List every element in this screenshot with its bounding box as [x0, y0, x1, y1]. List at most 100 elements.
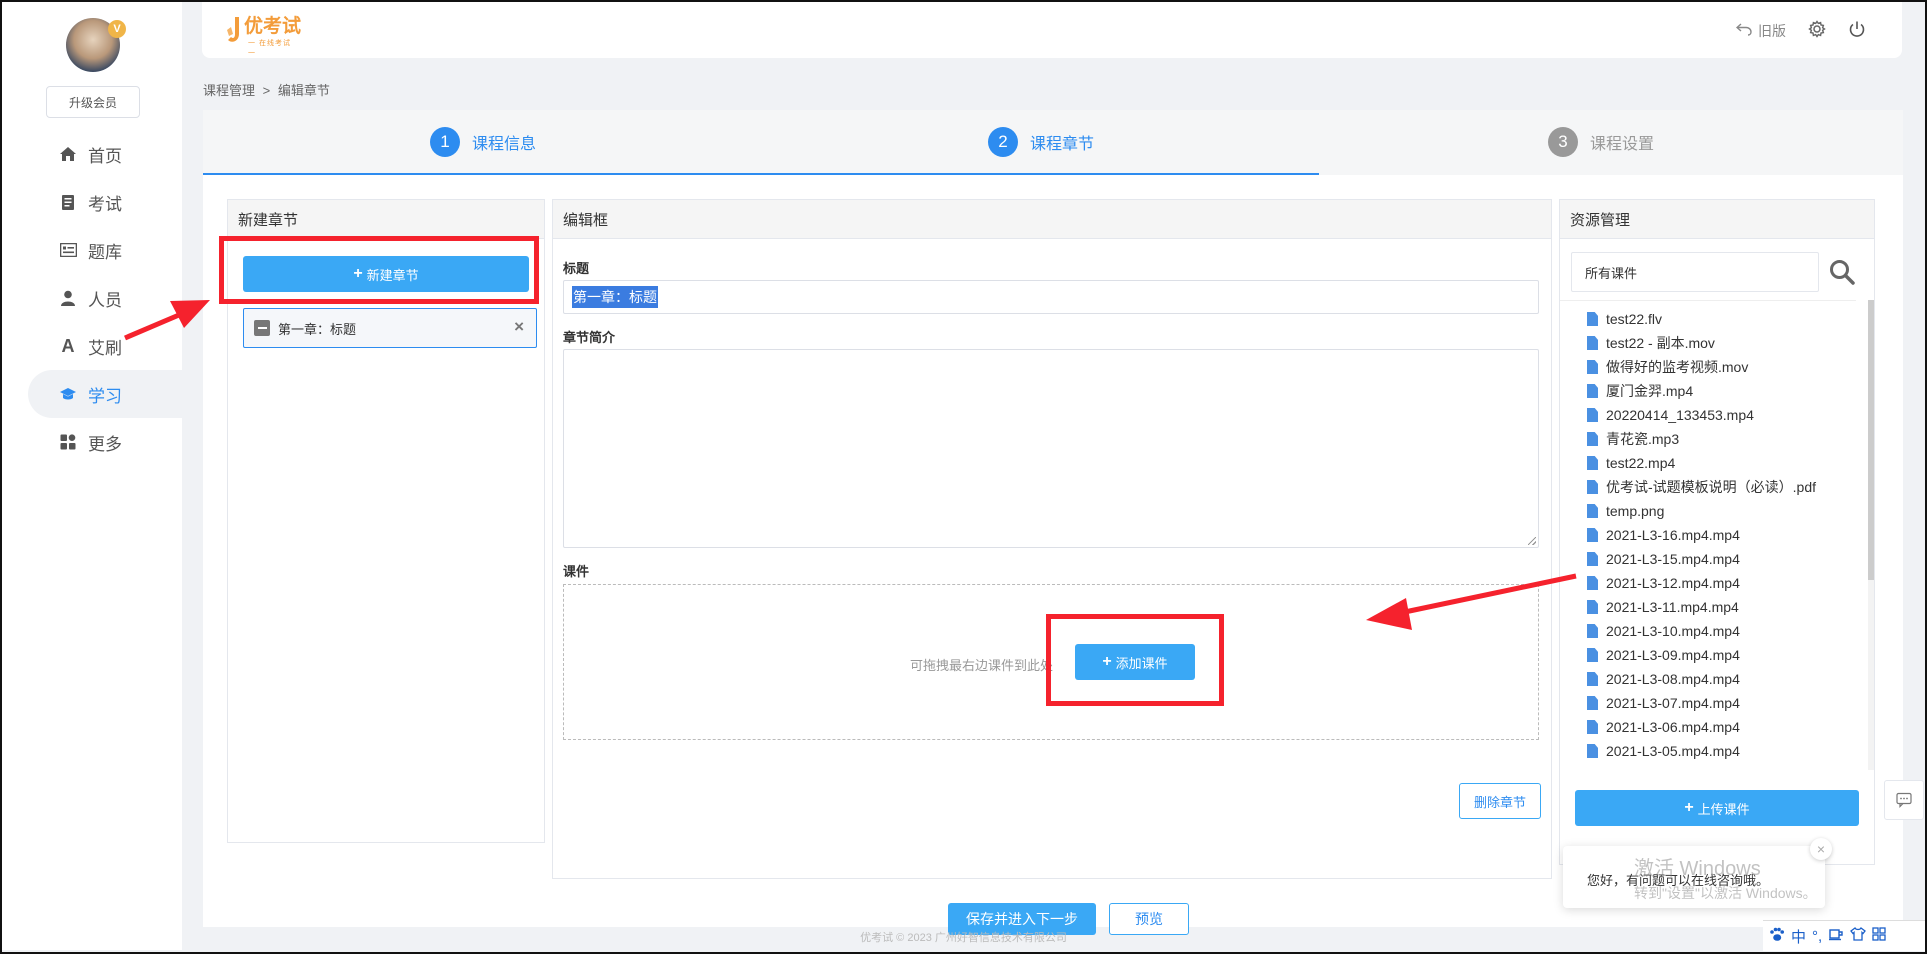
file-icon	[1587, 696, 1598, 710]
file-name: temp.png	[1606, 503, 1665, 519]
grid-icon[interactable]	[1872, 927, 1886, 945]
logo-mark-icon	[226, 16, 242, 44]
chapter-title-input[interactable]: 第一章：标题	[563, 280, 1539, 314]
nav-item-aishua[interactable]: A 艾刷	[28, 322, 184, 370]
nav-item-label: 人员	[88, 290, 122, 310]
system-tray: 中 °,	[1763, 920, 1927, 951]
drop-hint: 可拖拽最右边课件到此处	[910, 658, 1054, 673]
file-name: 2021-L3-09.mp4.mp4	[1606, 647, 1740, 663]
file-name: 2021-L3-05.mp4.mp4	[1606, 743, 1740, 759]
resource-file-item[interactable]: 2021-L3-15.mp4.mp4	[1560, 547, 1856, 571]
intro-field-label: 章节简介	[563, 330, 616, 345]
undo-icon	[1735, 22, 1752, 39]
chat-message: 您好，有问题可以在线咨询哦。	[1587, 873, 1770, 888]
file-name: 青花瓷.mp3	[1606, 431, 1680, 447]
online-chat-popup[interactable]: 您好，有问题可以在线咨询哦。	[1563, 846, 1825, 908]
step-course-info[interactable]: 1 课程信息	[430, 127, 536, 157]
ime-mode-indicator[interactable]: 中	[1791, 926, 1806, 947]
resource-file-item[interactable]: 2021-L3-09.mp4.mp4	[1560, 643, 1856, 667]
resource-file-item[interactable]: 青花瓷.mp3	[1560, 427, 1856, 451]
resource-file-item[interactable]: 2021-L3-11.mp4.mp4	[1560, 595, 1856, 619]
chapter-list-item[interactable]: 第一章：标题 ×	[243, 308, 537, 348]
file-icon	[1587, 672, 1598, 686]
breadcrumb-root[interactable]: 课程管理	[203, 83, 255, 98]
file-name: test22.flv	[1606, 311, 1663, 327]
breadcrumb-separator: >	[262, 83, 271, 98]
file-list-scrollbar[interactable]	[1868, 300, 1874, 770]
file-icon	[1587, 480, 1598, 494]
file-icon	[1587, 504, 1598, 518]
resource-file-item[interactable]: 2021-L3-10.mp4.mp4	[1560, 619, 1856, 643]
power-icon[interactable]	[1848, 20, 1866, 41]
file-name: test22.mp4	[1606, 455, 1676, 471]
resource-file-item[interactable]: 2021-L3-06.mp4.mp4	[1560, 715, 1856, 739]
resource-file-item[interactable]: temp.png	[1560, 499, 1856, 523]
question-bank-icon	[58, 240, 78, 260]
editor-panel: 编辑框 标题 第一章：标题 章节简介 课件 可拖拽最右边课件到此处 + 添加课件…	[552, 199, 1552, 879]
chapter-intro-textarea[interactable]	[563, 349, 1539, 548]
old-version-link[interactable]: 旧版	[1735, 21, 1786, 41]
resource-file-item[interactable]: 2021-L3-05.mp4.mp4	[1560, 739, 1856, 763]
nav-item-exam[interactable]: 考试	[28, 178, 184, 226]
resource-file-item[interactable]: 做得好的监考视频.mov	[1560, 355, 1856, 379]
shirt-icon[interactable]	[1850, 927, 1867, 945]
paw-icon[interactable]	[1769, 927, 1785, 946]
scrollbar-thumb[interactable]	[1868, 300, 1874, 580]
search-icon[interactable]	[1828, 258, 1856, 286]
nav-item-study[interactable]: 学习	[28, 370, 188, 418]
step-number: 1	[430, 127, 460, 157]
copyright-footer: 优考试 © 2023 广州好智信息技术有限公司	[860, 932, 1067, 944]
gear-icon[interactable]	[1808, 20, 1826, 41]
resource-file-item[interactable]: 2021-L3-08.mp4.mp4	[1560, 667, 1856, 691]
cup-icon[interactable]	[1828, 927, 1844, 945]
resource-file-item[interactable]: 优考试-试题模板说明（必读）.pdf	[1560, 475, 1856, 499]
resize-handle-icon[interactable]	[1528, 537, 1536, 545]
nav-item-more[interactable]: 更多	[28, 418, 184, 466]
upload-courseware-button[interactable]: + 上传课件	[1575, 790, 1859, 826]
file-name: 2021-L3-12.mp4.mp4	[1606, 575, 1740, 591]
punctuation-icon[interactable]: °,	[1812, 928, 1822, 945]
file-icon	[1587, 744, 1598, 758]
file-icon	[1587, 360, 1598, 374]
nav-item-label: 学习	[88, 386, 122, 406]
old-version-label: 旧版	[1758, 22, 1786, 39]
resource-file-item[interactable]: 20220414_133453.mp4	[1560, 403, 1856, 427]
collapse-icon[interactable]	[254, 320, 270, 336]
step-label: 课程设置	[1590, 136, 1655, 153]
highlight-add-courseware	[1046, 614, 1224, 706]
resource-file-item[interactable]: test22 - 副本.mov	[1560, 331, 1856, 355]
sidebar: V 升级会员 首页 考试 题库 人员 A 艾刷 学习 更多	[2, 2, 188, 950]
file-name: 2021-L3-08.mp4.mp4	[1606, 671, 1740, 687]
upgrade-member-button[interactable]: 升级会员	[46, 86, 140, 118]
exam-icon	[58, 192, 78, 212]
delete-chapter-button[interactable]: 删除章节	[1459, 783, 1541, 819]
step-number: 2	[988, 127, 1018, 157]
file-name: 2021-L3-11.mp4.mp4	[1606, 599, 1739, 615]
resource-file-item[interactable]: test22.flv	[1560, 307, 1856, 331]
step-label: 课程章节	[1030, 136, 1095, 153]
panel-title: 新建章节	[228, 200, 544, 239]
file-icon	[1587, 432, 1598, 446]
resource-file-item[interactable]: 2021-L3-12.mp4.mp4	[1560, 571, 1856, 595]
close-icon[interactable]: ×	[514, 317, 524, 337]
feedback-icon[interactable]	[1884, 780, 1924, 820]
file-name: 做得好的监考视频.mov	[1606, 359, 1749, 375]
step-course-settings[interactable]: 3 课程设置	[1548, 127, 1654, 157]
file-icon	[1587, 408, 1598, 422]
nav-item-home[interactable]: 首页	[28, 130, 184, 178]
nav-item-question-bank[interactable]: 题库	[28, 226, 184, 274]
courseware-field-label: 课件	[563, 564, 590, 579]
step-course-chapters[interactable]: 2 课程章节	[988, 127, 1094, 157]
resource-file-item[interactable]: 厦门金羿.mp4	[1560, 379, 1856, 403]
courseware-search-input[interactable]: 所有课件	[1571, 252, 1819, 292]
nav-item-personnel[interactable]: 人员	[28, 274, 184, 322]
logo[interactable]: 优考试 一 在线考试 一	[226, 16, 301, 57]
resource-file-item[interactable]: 2021-L3-07.mp4.mp4	[1560, 691, 1856, 715]
file-name: test22 - 副本.mov	[1606, 335, 1715, 351]
step-number: 3	[1548, 127, 1578, 157]
resource-file-item[interactable]: test22.mp4	[1560, 451, 1856, 475]
step-label: 课程信息	[472, 136, 537, 153]
chat-close-icon[interactable]: ×	[1810, 838, 1832, 860]
resource-file-list: test22.flv test22 - 副本.mov 做得好的监考视频.mov 厦门金…	[1560, 300, 1856, 771]
resource-file-item[interactable]: 2021-L3-16.mp4.mp4	[1560, 523, 1856, 547]
